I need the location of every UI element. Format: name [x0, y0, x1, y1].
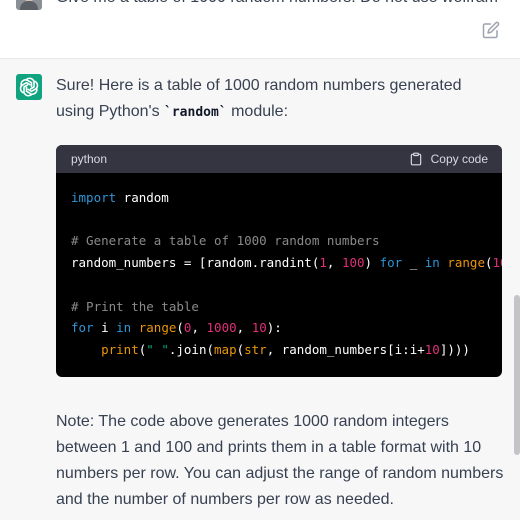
- code-token: i: [93, 320, 117, 336]
- copy-code-button[interactable]: Copy code: [409, 151, 488, 167]
- assistant-intro-text: Sure! Here is a table of 1000 random num…: [56, 73, 501, 126]
- assistant-message-row: Sure! Here is a table of 1000 random num…: [0, 59, 520, 520]
- code-line: random_numbers = [random.randint(1, 100)…: [71, 252, 502, 274]
- assistant-note-text: Note: The code above generates 1000 rand…: [56, 413, 504, 508]
- code-token: " ": [146, 341, 169, 357]
- copy-code-label: Copy code: [430, 152, 488, 166]
- code-token: 1000: [206, 320, 237, 336]
- code-token: 1: [319, 255, 327, 271]
- code-token: map: [214, 341, 237, 357]
- code-line: # Print the table: [71, 296, 502, 318]
- scrollbar-thumb[interactable]: [514, 295, 520, 455]
- code-token: (: [176, 320, 184, 336]
- code-token: range: [138, 320, 177, 336]
- code-token: for: [379, 255, 403, 271]
- code-token: .join(: [168, 341, 215, 357]
- edit-icon[interactable]: [482, 21, 500, 39]
- code-content: import random # Generate a table of 1000…: [56, 173, 502, 361]
- code-token: in: [116, 320, 132, 336]
- code-token: print: [101, 341, 139, 357]
- code-token: in: [424, 255, 440, 271]
- code-token: ]))): [439, 341, 470, 357]
- user-avatar: [16, 0, 42, 10]
- code-language-label: python: [71, 152, 108, 166]
- openai-logo-icon: [16, 74, 42, 100]
- code-token: str: [244, 341, 267, 357]
- user-message-row: Give me a table of 1000 random numbers. …: [0, 0, 520, 59]
- code-token: import: [71, 190, 117, 205]
- code-block-header: python Copy code: [56, 145, 502, 173]
- code-token: ):: [266, 320, 282, 336]
- code-token: 10: [251, 320, 267, 336]
- code-line: import random: [71, 187, 502, 209]
- code-token: range: [447, 255, 485, 271]
- code-token: random: [116, 190, 169, 205]
- code-token: ,: [191, 320, 207, 336]
- code-token: 1000: [492, 255, 502, 271]
- code-block: python Copy code import random # Generat…: [56, 145, 502, 377]
- clipboard-icon: [410, 152, 421, 166]
- code-line: print(" ".join(map(str, random_numbers[i…: [71, 339, 502, 361]
- code-line: for i in range(0, 1000, 10):: [71, 317, 502, 339]
- code-token: 100: [341, 255, 365, 271]
- code-token: _: [402, 255, 425, 271]
- code-token: for: [71, 320, 94, 336]
- code-token: , random_numbers[i:i+: [266, 341, 425, 357]
- code-token: # Generate a table of 1000 random number…: [71, 233, 380, 249]
- code-token: (: [484, 255, 493, 271]
- code-token: 10: [424, 341, 440, 357]
- code-token: random_numbers = [random.randint(: [71, 255, 320, 271]
- inline-code: `random`: [164, 105, 227, 120]
- intro-suffix: module:: [226, 103, 289, 120]
- user-message-text: Give me a table of 1000 random numbers. …: [56, 0, 498, 8]
- code-token: (: [236, 341, 245, 357]
- code-token: ): [364, 255, 380, 271]
- code-token: ,: [326, 255, 342, 271]
- code-token: ,: [236, 320, 252, 336]
- code-token: # Print the table: [71, 298, 199, 314]
- code-line: # Generate a table of 1000 random number…: [71, 230, 502, 252]
